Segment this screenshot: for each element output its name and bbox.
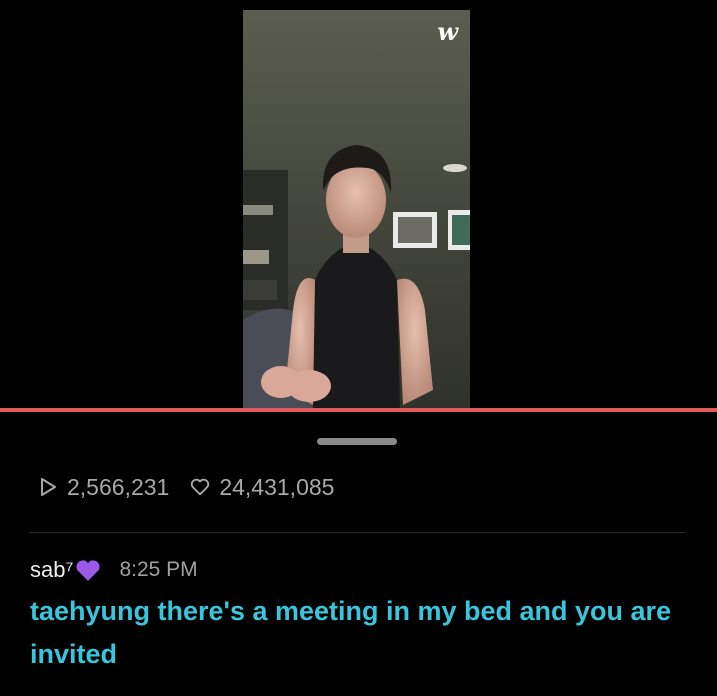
play-count-value: 2,566,231 (67, 473, 170, 500)
heart-outline-icon (191, 478, 210, 496)
like-count: 24,431,085 (189, 474, 334, 501)
video-progress-bar[interactable] (0, 408, 717, 412)
video-scene (243, 10, 470, 410)
like-count-value: 24,431,085 (219, 473, 335, 500)
video-stats: 2,566,231 24,431,085 (37, 473, 334, 501)
live-video-thumbnail[interactable]: w (243, 10, 470, 410)
comment-timestamp: 8:25 PM (119, 558, 198, 581)
play-outline-icon (41, 478, 56, 496)
comment-header: sab⁷ 8:25 PM (30, 555, 198, 585)
weverse-logo: w (437, 17, 458, 46)
purple-heart-icon (76, 560, 100, 581)
divider (30, 532, 685, 533)
comment-text: taehyung there's a meeting in my bed and… (30, 596, 672, 669)
drag-handle[interactable] (317, 438, 397, 445)
play-count: 2,566,231 (37, 474, 169, 501)
comment-username[interactable]: sab⁷ (30, 557, 73, 583)
